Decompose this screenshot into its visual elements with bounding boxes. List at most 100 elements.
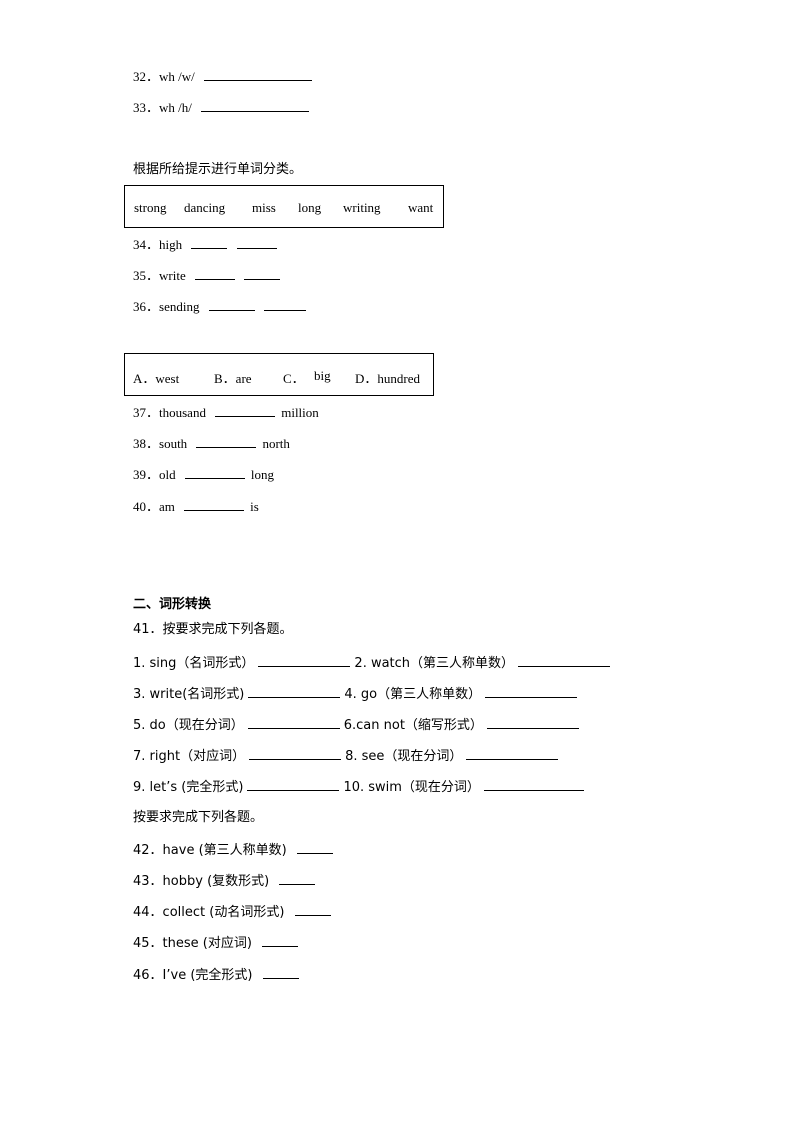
answer-blank[interactable] — [258, 654, 351, 667]
word-box-item: miss — [252, 200, 276, 215]
answer-blank[interactable] — [483, 778, 584, 791]
question-41: 41．按要求完成下列各题。 — [133, 622, 293, 637]
pair-item: 4. go（第三人称单数） — [344, 687, 482, 702]
answer-blank[interactable] — [191, 236, 228, 249]
question-45: 45．these (对应词) — [133, 934, 299, 952]
question-text: write — [159, 268, 186, 283]
question-37: 37．thousand million — [133, 404, 319, 421]
question-text: wh /h/ — [159, 100, 192, 115]
instruction-2: 按要求完成下列各题。 — [133, 810, 264, 825]
option-box: A．west B．are C． big D．hundred — [124, 353, 434, 396]
question-text: wh /w/ — [159, 69, 195, 84]
question-32: 32．wh /w/ — [133, 68, 313, 85]
answer-blank[interactable] — [296, 841, 333, 854]
answer-blank[interactable] — [196, 435, 257, 448]
word-box: strong dancing miss long writing want — [124, 185, 444, 228]
answer-blank[interactable] — [518, 654, 611, 667]
question-number: 32． — [133, 69, 160, 84]
question-number: 38． — [133, 436, 160, 451]
question-38: 38．south north — [133, 435, 290, 452]
question-text: thousand — [159, 405, 206, 420]
question-number: 34． — [133, 237, 160, 252]
answer-blank[interactable] — [236, 236, 277, 249]
option-c: C． — [283, 371, 305, 386]
answer-blank[interactable] — [294, 903, 331, 916]
question-text: I’ve (完全形式) — [162, 968, 253, 983]
answer-blank[interactable] — [262, 966, 299, 979]
word-box-item: dancing — [184, 200, 226, 215]
option-b: B．are — [214, 371, 252, 386]
pair-item: 5. do（现在分词） — [133, 718, 244, 733]
question-43: 43．hobby (复数形式) — [133, 872, 316, 890]
pair-item: 2. watch（第三人称单数） — [354, 656, 515, 671]
option-d: D．hundred — [355, 371, 420, 386]
question-number: 45． — [133, 936, 163, 951]
question-text: is — [250, 499, 259, 514]
section-heading: 二、词形转换 — [133, 597, 212, 612]
question-text: high — [159, 237, 183, 252]
answer-blank[interactable] — [279, 872, 316, 885]
pair-item: 9. let’s (完全形式) — [133, 780, 244, 795]
word-box-item: writing — [343, 200, 381, 215]
pair-item: 10. swim（现在分词） — [343, 780, 480, 795]
pair-item: 7. right（对应词） — [133, 749, 246, 764]
question-text: south — [159, 436, 188, 451]
question-40: 40．am is — [133, 498, 259, 515]
answer-blank[interactable] — [215, 404, 276, 417]
pair-item: 3. write(名词形式) — [133, 687, 245, 702]
pair-item: 1. sing（名词形式） — [133, 656, 255, 671]
question-number: 37． — [133, 405, 160, 420]
answer-blank[interactable] — [486, 716, 579, 729]
question-number: 33． — [133, 100, 160, 115]
question-text: collect (动名词形式) — [162, 905, 285, 920]
question-number: 42． — [133, 843, 163, 858]
question-number: 40． — [133, 499, 160, 514]
answer-blank[interactable] — [247, 716, 340, 729]
answer-blank[interactable] — [244, 267, 281, 280]
question-number: 44． — [133, 905, 163, 920]
answer-blank[interactable] — [204, 68, 313, 81]
pair-row: 3. write(名词形式) 4. go（第三人称单数） — [133, 685, 578, 703]
pair-row: 7. right（对应词） 8. see（现在分词） — [133, 747, 559, 765]
question-number: 46． — [133, 968, 163, 983]
question-number: 43． — [133, 874, 163, 889]
question-text: am — [159, 499, 175, 514]
answer-blank[interactable] — [248, 685, 341, 698]
answer-blank[interactable] — [247, 778, 340, 791]
question-42: 42．have (第三人称单数) — [133, 841, 333, 859]
question-33: 33．wh /h/ — [133, 99, 310, 116]
answer-blank[interactable] — [249, 747, 342, 760]
answer-blank[interactable] — [201, 99, 310, 112]
pair-item: 8. see（现在分词） — [345, 749, 463, 764]
pair-row: 5. do（现在分词） 6.can not（缩写形式） — [133, 716, 579, 734]
answer-blank[interactable] — [194, 267, 235, 280]
classify-instruction: 根据所给提示进行单词分类。 — [133, 162, 303, 177]
question-text: north — [262, 436, 290, 451]
word-box-item: long — [298, 200, 322, 215]
option-c-word: big — [314, 368, 331, 383]
answer-blank[interactable] — [262, 934, 299, 947]
answer-blank[interactable] — [485, 685, 578, 698]
answer-blank[interactable] — [184, 466, 245, 479]
question-number: 36． — [133, 299, 160, 314]
question-text: have (第三人称单数) — [162, 843, 287, 858]
pair-row: 9. let’s (完全形式) 10. swim（现在分词） — [133, 778, 584, 796]
word-box-item: want — [408, 200, 434, 215]
question-text: sending — [159, 299, 200, 314]
answer-blank[interactable] — [263, 298, 306, 311]
question-44: 44．collect (动名词形式) — [133, 903, 331, 921]
question-text: old — [159, 467, 176, 482]
question-text: these (对应词) — [162, 936, 252, 951]
answer-blank[interactable] — [208, 298, 255, 311]
question-text: million — [281, 405, 319, 420]
question-36: 36．sending — [133, 298, 306, 315]
pair-item: 6.can not（缩写形式） — [343, 718, 483, 733]
question-39: 39．old long — [133, 466, 274, 483]
answer-blank[interactable] — [184, 498, 245, 511]
pair-row: 1. sing（名词形式） 2. watch（第三人称单数） — [133, 654, 611, 672]
question-35: 35．write — [133, 267, 281, 284]
answer-blank[interactable] — [466, 747, 559, 760]
word-box-item: strong — [134, 200, 167, 215]
question-34: 34．high — [133, 236, 277, 253]
option-a: A．west — [133, 371, 180, 386]
